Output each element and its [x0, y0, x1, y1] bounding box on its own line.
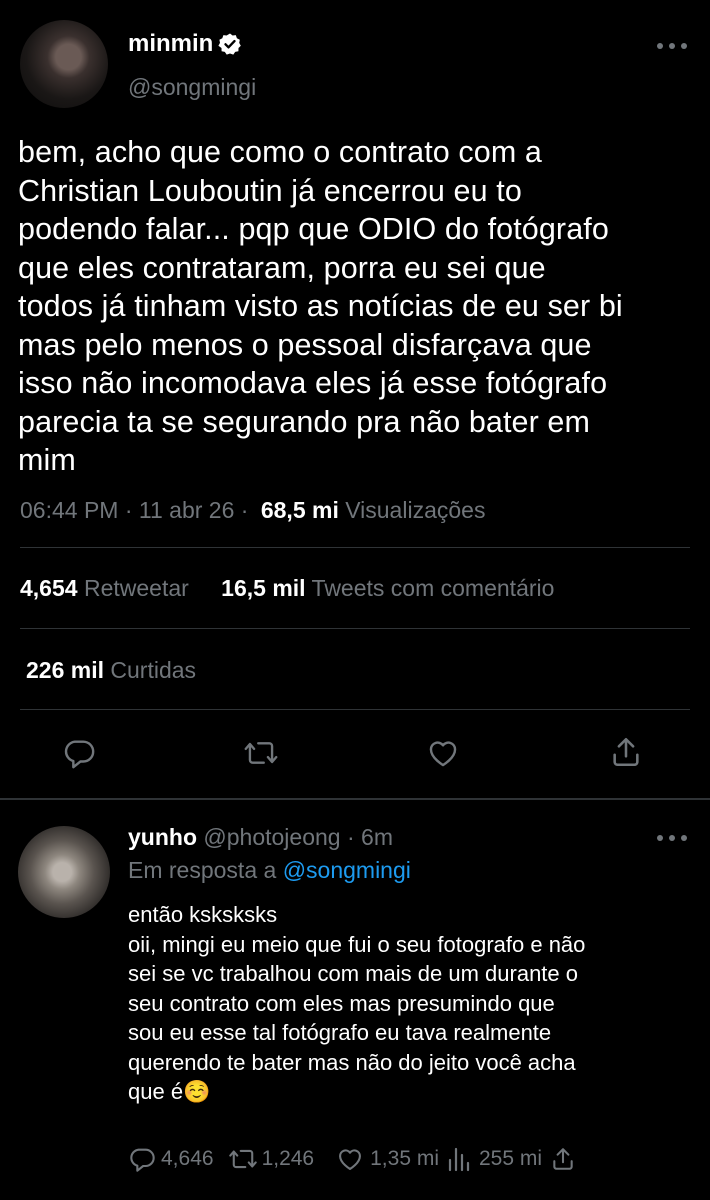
tweet-text-line: podendo falar... pqp que ODIO do fotógra…: [18, 212, 609, 246]
likes-label: Curtidas: [110, 657, 197, 683]
reply-text-line: sou eu esse tal fotógrafo eu tava realme…: [128, 1020, 552, 1045]
reply-time[interactable]: 6m: [361, 824, 393, 850]
meta-separator: ·: [346, 824, 355, 850]
reply-likes-count: 1,35 mi: [370, 1147, 439, 1170]
tweet-text-line: mim: [18, 443, 76, 477]
reply-header: yunho @photojeong · 6m: [128, 824, 393, 851]
tweet-text-line: todos já tinham visto as notícias de eu …: [18, 289, 623, 323]
retweets-label: Retweetar: [83, 575, 189, 601]
tweet-text-line: parecia ta se segurando pra não bater em: [18, 404, 591, 439]
tweet-text-line: mas pelo menos o pessoal disfarçava que: [18, 327, 592, 362]
reply-icon[interactable]: [128, 1145, 156, 1173]
share-icon[interactable]: [609, 734, 643, 770]
replying-to: Em resposta a @songmingi: [128, 857, 411, 884]
reply-text-line: então ksksksks: [128, 902, 278, 927]
reply-more-options-icon[interactable]: [654, 834, 690, 842]
tweet-text-line: que eles contrataram, porra eu sei que: [18, 250, 546, 285]
author-name-row[interactable]: minmin: [128, 30, 242, 58]
retweet-icon[interactable]: [243, 736, 279, 770]
author-avatar[interactable]: [20, 20, 108, 108]
tweet-text-line: bem, acho que como o contrato com a: [18, 135, 542, 169]
retweet-icon[interactable]: [228, 1145, 258, 1173]
reply-icon[interactable]: [62, 736, 96, 770]
tweet-time[interactable]: 06:44 PM: [20, 497, 118, 523]
retweets-count: 4,654: [20, 575, 78, 601]
tweet-text-line: Christian Louboutin já encerrou eu to: [18, 173, 522, 208]
meta-separator: ·: [124, 497, 133, 523]
views-count: 68,5 mi: [260, 497, 339, 523]
reply-text-line: seu contrato com eles mas presumindo que: [128, 990, 555, 1016]
replying-prefix: Em resposta a: [128, 857, 277, 883]
author-name[interactable]: minmin: [128, 30, 213, 58]
reply-text-line: que é☺️: [128, 1079, 211, 1104]
views-icon[interactable]: [447, 1146, 471, 1172]
verified-badge-icon: [218, 32, 242, 56]
likes-count: 226 mil: [26, 657, 104, 683]
like-icon[interactable]: [336, 1145, 364, 1173]
reply-text-line: sei se vc trabalhou com mais de um duran…: [128, 961, 579, 986]
tweet-date[interactable]: 11 abr 26: [139, 497, 234, 523]
thread-divider: [0, 798, 710, 800]
reply-author-avatar[interactable]: [18, 826, 110, 918]
divider: [20, 628, 690, 629]
reply-replies-count: 4,646: [161, 1147, 214, 1170]
divider: [20, 547, 690, 548]
share-icon[interactable]: [550, 1145, 576, 1173]
reply-text-line: oii, mingi eu meio que fui o seu fotogra…: [128, 931, 586, 957]
meta-separator: ·: [240, 497, 249, 523]
stats-row: 4,654 Retweetar 16,5 mil Tweets com come…: [20, 575, 554, 602]
reply-author-name[interactable]: yunho: [128, 824, 197, 850]
reply-actions: 4,646 1,246 1,35 mi 255 mi: [128, 1145, 576, 1173]
like-icon[interactable]: [425, 736, 461, 770]
views-label: Visualizações: [345, 497, 486, 523]
tweet-text-line: isso não incomodava eles já esse fotógra…: [18, 366, 608, 400]
reply-views-count: 255 mi: [479, 1147, 543, 1170]
tweet-text: bem, acho que como o contrato com a Chri…: [18, 133, 698, 480]
reply-text: então ksksksks oii, mingi eu meio que fu…: [128, 900, 703, 1107]
retweets-stat[interactable]: 4,654 Retweetar: [20, 575, 189, 601]
likes-stat[interactable]: 226 mil Curtidas: [26, 657, 196, 684]
reply-author-handle[interactable]: @photojeong: [203, 824, 340, 850]
quotes-label: Tweets com comentário: [311, 575, 555, 601]
quotes-stat[interactable]: 16,5 mil Tweets com comentário: [221, 575, 554, 601]
reply-retweets-count: 1,246: [261, 1147, 315, 1170]
divider: [20, 709, 690, 710]
more-options-icon[interactable]: [654, 42, 690, 50]
reply-text-line: querendo te bater mas não do jeito você …: [128, 1049, 576, 1075]
author-handle[interactable]: @songmingi: [128, 74, 256, 101]
tweet-meta: 06:44 PM · 11 abr 26 · 68,5 mi Visualiza…: [20, 497, 485, 524]
replying-to-handle[interactable]: @songmingi: [283, 857, 411, 883]
quotes-count: 16,5 mil: [221, 575, 306, 601]
